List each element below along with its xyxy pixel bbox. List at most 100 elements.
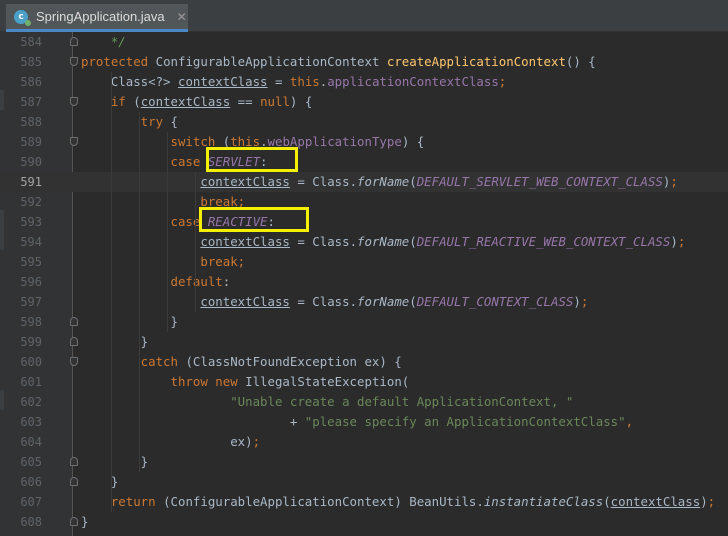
line-number[interactable]: 600: [8, 352, 42, 372]
code-token: ) {: [289, 94, 313, 109]
line-number[interactable]: 603: [8, 412, 42, 432]
line-number[interactable]: 593: [8, 212, 42, 232]
line-number[interactable]: 598: [8, 312, 42, 332]
code-token: DEFAULT_SERVLET_WEB_CONTEXT_CLASS: [416, 174, 663, 189]
code-token: (ClassNotFoundException ex) {: [185, 354, 402, 369]
line-number[interactable]: 599: [8, 332, 42, 352]
tab-spring-application[interactable]: c SpringApplication.java ✕: [6, 4, 188, 32]
code-text: }: [81, 312, 178, 332]
line-number[interactable]: 589: [8, 132, 42, 152]
code-text: default:: [81, 272, 231, 292]
line-number[interactable]: 601: [8, 372, 42, 392]
code-line[interactable]: 601 throw new IllegalStateException(: [0, 372, 728, 392]
code-text: + "please specify an ApplicationContextC…: [81, 412, 633, 432]
code-line[interactable]: 596 default:: [0, 272, 728, 292]
line-number[interactable]: 604: [8, 432, 42, 452]
code-line[interactable]: 604 ex);: [0, 432, 728, 452]
code-line[interactable]: 606 }: [0, 472, 728, 492]
fold-icon[interactable]: [70, 97, 78, 106]
code-line[interactable]: 599 }: [0, 332, 728, 352]
code-line[interactable]: 586 Class<?> contextClass = this.applica…: [0, 72, 728, 92]
code-token: null: [260, 94, 290, 109]
line-number[interactable]: 584: [8, 32, 42, 52]
code-text: try {: [81, 112, 178, 132]
fold-icon[interactable]: [70, 477, 78, 486]
code-token: IllegalStateException(: [245, 374, 410, 389]
line-number[interactable]: 605: [8, 452, 42, 472]
code-line[interactable]: 607 return (ConfigurableApplicationConte…: [0, 492, 728, 512]
close-icon[interactable]: ✕: [177, 10, 187, 24]
fold-icon[interactable]: [70, 457, 78, 466]
code-line[interactable]: 602 "Unable create a default Application…: [0, 392, 728, 412]
code-text: Class<?> contextClass = this.application…: [81, 72, 506, 92]
code-token: try: [81, 114, 171, 129]
fold-icon[interactable]: [70, 137, 78, 146]
line-number[interactable]: 585: [8, 52, 42, 72]
code-text: if (contextClass == null) {: [81, 92, 312, 112]
code-token: =: [267, 74, 290, 89]
line-number[interactable]: 588: [8, 112, 42, 132]
line-number[interactable]: 596: [8, 272, 42, 292]
code-line[interactable]: 584 */: [0, 32, 728, 52]
code-token: "please specify an ApplicationContextCla…: [304, 414, 626, 429]
code-line[interactable]: 603 + "please specify an ApplicationCont…: [0, 412, 728, 432]
code-text: contextClass = Class.forName(DEFAULT_CON…: [81, 292, 588, 312]
code-token: ): [700, 494, 708, 509]
fold-icon[interactable]: [70, 357, 78, 366]
line-number[interactable]: 592: [8, 192, 42, 212]
code-line[interactable]: 591 contextClass = Class.forName(DEFAULT…: [0, 172, 728, 192]
code-line[interactable]: 587 if (contextClass == null) {: [0, 92, 728, 112]
line-number[interactable]: 602: [8, 392, 42, 412]
fold-icon[interactable]: [70, 57, 78, 66]
highlight-box-reactive: [199, 207, 309, 232]
code-token: () {: [565, 54, 596, 69]
code-line[interactable]: 593 case REACTIVE:: [0, 212, 728, 232]
code-token: case: [81, 154, 208, 169]
code-line[interactable]: 592 break;: [0, 192, 728, 212]
code-token: forName: [357, 294, 410, 309]
code-token: */: [81, 34, 126, 49]
code-line[interactable]: 608}: [0, 512, 728, 532]
highlight-box-servlet: [206, 147, 298, 172]
line-number[interactable]: 587: [8, 92, 42, 112]
code-token: protected: [81, 54, 156, 69]
line-number[interactable]: 595: [8, 252, 42, 272]
code-text: */: [81, 32, 126, 52]
code-token: +: [81, 414, 305, 429]
code-line[interactable]: 600 catch (ClassNotFoundException ex) {: [0, 352, 728, 372]
code-token: if: [81, 94, 134, 109]
code-line[interactable]: 594 contextClass = Class.forName(DEFAULT…: [0, 232, 728, 252]
line-number[interactable]: 594: [8, 232, 42, 252]
fold-icon[interactable]: [70, 317, 78, 326]
indent-guide: [195, 172, 196, 312]
fold-icon[interactable]: [70, 337, 78, 346]
line-number[interactable]: 608: [8, 512, 42, 532]
code-line[interactable]: 598 }: [0, 312, 728, 332]
editor-tab-bar: c SpringApplication.java ✕: [0, 0, 728, 32]
code-editor[interactable]: 584 */585 protected ConfigurableApplicati…: [0, 32, 728, 536]
line-number[interactable]: 590: [8, 152, 42, 172]
code-line[interactable]: 588 try {: [0, 112, 728, 132]
line-number[interactable]: 606: [8, 472, 42, 492]
code-line[interactable]: 597 contextClass = Class.forName(DEFAULT…: [0, 292, 728, 312]
code-token: contextClass: [140, 94, 231, 109]
line-number[interactable]: 586: [8, 72, 42, 92]
code-token: }: [81, 474, 119, 489]
code-token: (: [133, 94, 141, 109]
code-token: ) {: [401, 134, 425, 149]
code-token: ;: [707, 494, 716, 509]
code-token: ex): [81, 434, 253, 449]
line-number[interactable]: 591: [8, 172, 42, 192]
code-line[interactable]: 605 }: [0, 452, 728, 472]
code-token: (: [409, 294, 417, 309]
line-number[interactable]: 607: [8, 492, 42, 512]
code-token: forName: [357, 234, 410, 249]
fold-icon[interactable]: [70, 37, 78, 46]
line-number[interactable]: 597: [8, 292, 42, 312]
code-line[interactable]: 595 break;: [0, 252, 728, 272]
code-line[interactable]: 585 protected ConfigurableApplicationCont…: [0, 52, 728, 72]
code-text: return (ConfigurableApplicationContext) …: [81, 492, 715, 512]
fold-icon[interactable]: [70, 517, 78, 526]
code-line[interactable]: 589 switch (this.webApplicationType) {: [0, 132, 728, 152]
code-line[interactable]: 590 case SERVLET:: [0, 152, 728, 172]
